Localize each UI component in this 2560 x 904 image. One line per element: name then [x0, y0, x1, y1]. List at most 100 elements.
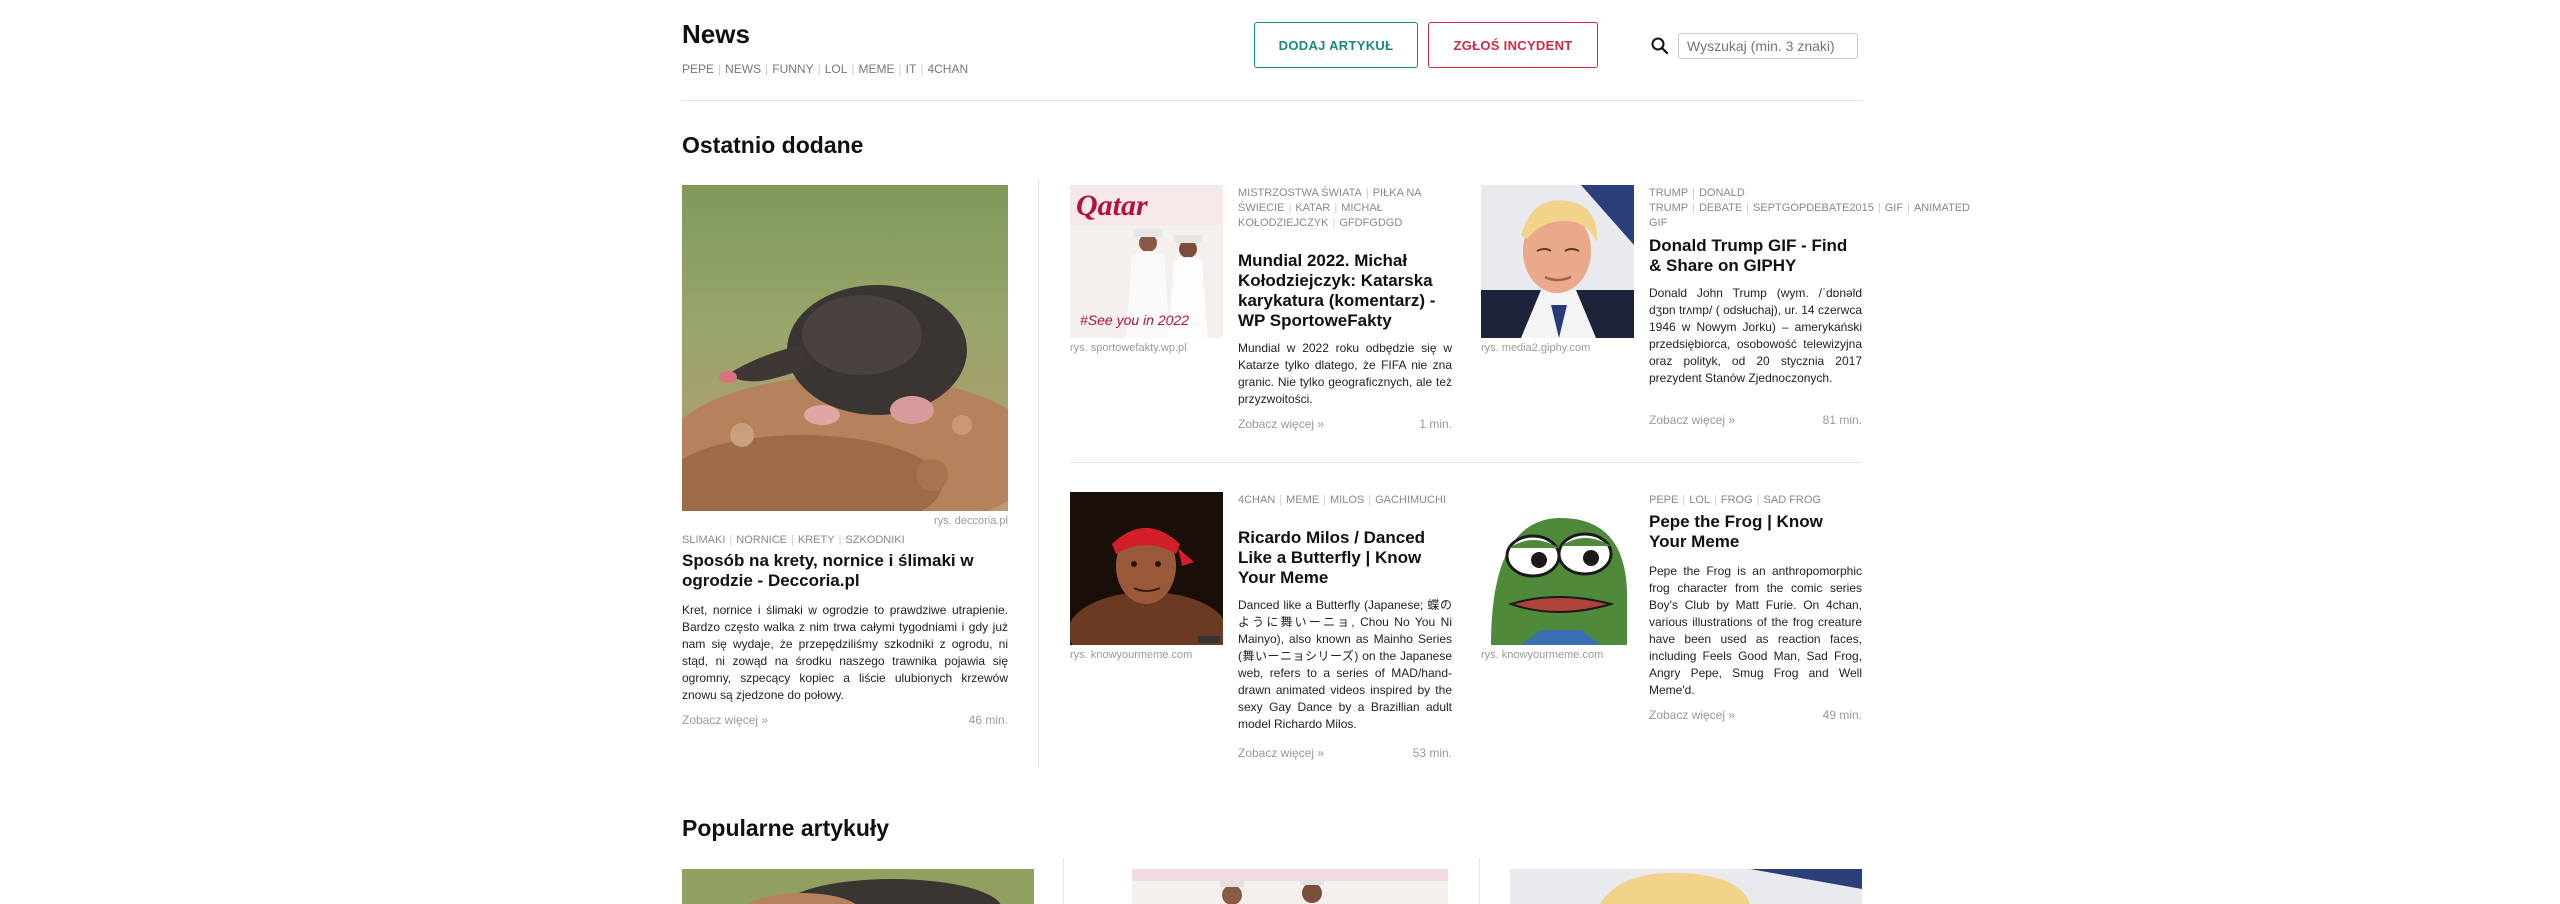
- separator: |: [791, 534, 794, 546]
- separator: |: [729, 534, 733, 546]
- featured-article-title[interactable]: Sposób na krety, nornice i ślimaki w ogr…: [682, 551, 1008, 591]
- article-time-trump: 81 min.: [1822, 413, 1862, 427]
- category-link[interactable]: 4CHAN: [927, 62, 968, 76]
- tag-link[interactable]: SAD FROG: [1764, 494, 1821, 506]
- article-time-pepe: 49 min.: [1822, 708, 1862, 722]
- popular-column-divider-1: [1063, 858, 1064, 904]
- article-title-ricardo[interactable]: Ricardo Milos / Danced Like a Butterfly …: [1238, 528, 1452, 588]
- article-image-pepe[interactable]: [1481, 492, 1634, 645]
- separator: |: [1682, 494, 1686, 506]
- featured-time: 46 min.: [968, 713, 1008, 727]
- separator: |: [838, 534, 842, 546]
- tag-link[interactable]: FROG: [1721, 494, 1753, 506]
- article-image-qatar[interactable]: Qatar #See you in 2022: [1070, 185, 1223, 338]
- separator: |: [898, 62, 902, 76]
- tag-link[interactable]: PEPE: [1649, 494, 1678, 506]
- category-link[interactable]: NEWS: [725, 62, 761, 76]
- article-tags-qatar: MISTRZOSTWA ŚWIATA | PIŁKA NA ŚWIECIE | KATA…: [1238, 186, 1452, 231]
- popular-column-divider-2: [1479, 858, 1480, 904]
- article-description-trump: Donald John Trump (wym. /ˈdɒnəld dʒɒn tr…: [1649, 286, 1862, 385]
- article-read-more-pepe[interactable]: Zobacz więcej »: [1649, 708, 1735, 722]
- add-article-button[interactable]: DODAJ ARTYKUŁ: [1254, 22, 1418, 68]
- separator: |: [1877, 202, 1881, 214]
- popular-image-qatar[interactable]: [1132, 869, 1448, 904]
- separator: |: [1756, 494, 1760, 506]
- tag-link[interactable]: SEPTGOPDEBATE2015: [1753, 202, 1874, 214]
- tag-link[interactable]: SZKODNIKI: [845, 534, 904, 546]
- row-divider: [1070, 462, 1862, 463]
- section-title-recent: Ostatnio dodane: [682, 132, 864, 158]
- featured-image-source: rys. deccoria.pl: [934, 515, 1008, 527]
- category-link[interactable]: LOL: [825, 62, 848, 76]
- header-divider: [682, 100, 1862, 101]
- article-read-more-ricardo[interactable]: Zobacz więcej »: [1238, 746, 1324, 760]
- featured-read-more-link[interactable]: Zobacz więcej »: [682, 713, 768, 727]
- separator: |: [1714, 494, 1717, 506]
- tag-link[interactable]: GIF: [1885, 202, 1903, 214]
- tag-link[interactable]: 4CHAN: [1238, 494, 1275, 506]
- separator: |: [817, 62, 821, 76]
- article-description-qatar: Mundial w 2022 roku odbędzie się w Katar…: [1238, 341, 1452, 406]
- tag-link[interactable]: GACHIMUCHI: [1375, 494, 1446, 506]
- category-link[interactable]: IT: [906, 62, 917, 76]
- category-nav: PEPE | NEWS | FUNNY | LOL | MEME | IT | 4CHAN: [682, 62, 968, 76]
- separator: |: [718, 62, 722, 76]
- article-description-ricardo: Danced like a Butterfly (Japanese; 蝶のように…: [1238, 598, 1452, 731]
- separator: |: [920, 62, 924, 76]
- tag-link[interactable]: LOL: [1689, 494, 1710, 506]
- article-tags-ricardo: 4CHAN | MEME | MILOS | GACHIMUCHI: [1238, 493, 1452, 508]
- separator: |: [1692, 202, 1695, 214]
- search-icon[interactable]: [1650, 36, 1670, 56]
- article-source-pepe: rys. knowyourmeme.com: [1481, 649, 1604, 661]
- site-logo[interactable]: News: [682, 19, 750, 50]
- tag-link[interactable]: KRETY: [798, 534, 835, 546]
- article-read-more-qatar[interactable]: Zobacz więcej »: [1238, 417, 1324, 431]
- article-title-trump[interactable]: Donald Trump GIF - Find & Share on GIPHY: [1649, 236, 1862, 276]
- featured-article-description: Kret, nornice i ślimaki w ogrodzie to pr…: [682, 603, 1008, 702]
- separator: |: [1907, 202, 1910, 214]
- tag-link[interactable]: DEBATE: [1699, 202, 1742, 214]
- featured-article-image[interactable]: [682, 185, 1008, 511]
- category-link[interactable]: PEPE: [682, 62, 714, 76]
- article-time-ricardo: 53 min.: [1412, 746, 1452, 760]
- tag-link[interactable]: SLIMAKI: [682, 534, 725, 546]
- article-image-trump[interactable]: [1481, 185, 1634, 338]
- article-tags-pepe: PEPE | LOL | FROG | SAD FROG: [1649, 493, 1862, 508]
- article-image-ricardo[interactable]: [1070, 492, 1223, 645]
- column-divider: [1038, 180, 1039, 768]
- separator: |: [1279, 494, 1283, 506]
- popular-image-trump[interactable]: [1510, 869, 1862, 904]
- separator: |: [1746, 202, 1750, 214]
- article-source-trump: rys. media2.giphy.com: [1481, 342, 1591, 354]
- tag-link[interactable]: NORNICE: [736, 534, 787, 546]
- category-link[interactable]: FUNNY: [772, 62, 813, 76]
- separator: |: [765, 62, 769, 76]
- separator: |: [1334, 202, 1338, 214]
- article-tags-trump: TRUMP | DONALD TRUMP | DEBATE | SEPTGOPDEBATE2…: [1649, 186, 1970, 231]
- tag-link[interactable]: TRUMP: [1649, 187, 1688, 199]
- report-incident-button[interactable]: ZGŁOŚ INCYDENT: [1428, 22, 1598, 68]
- svg-text:Qatar: Qatar: [1076, 189, 1148, 222]
- tag-link[interactable]: MISTRZOSTWA ŚWIATA: [1238, 187, 1362, 199]
- article-description-pepe: Pepe the Frog is an anthropomorphic frog…: [1649, 564, 1862, 697]
- article-source-qatar: rys. sportowefakty.wp.pl: [1070, 342, 1187, 354]
- tag-link[interactable]: GFDFGDGD: [1339, 217, 1402, 229]
- category-link[interactable]: MEME: [859, 62, 895, 76]
- search-input[interactable]: [1678, 33, 1858, 59]
- separator: |: [1323, 494, 1327, 506]
- article-source-ricardo: rys. knowyourmeme.com: [1070, 649, 1193, 661]
- tag-link[interactable]: KATAR: [1295, 202, 1330, 214]
- separator: |: [1368, 494, 1372, 506]
- section-title-popular: Popularne artykuły: [682, 815, 890, 841]
- tag-link[interactable]: MILOS: [1330, 494, 1364, 506]
- popular-image-mole[interactable]: [682, 869, 1034, 904]
- article-read-more-trump[interactable]: Zobacz więcej »: [1649, 413, 1735, 427]
- separator: |: [851, 62, 855, 76]
- tag-link[interactable]: MEME: [1286, 494, 1319, 506]
- featured-tags: SLIMAKI | NORNICE | KRETY | SZKODNIKI: [682, 533, 1008, 548]
- article-time-qatar: 1 min.: [1419, 417, 1452, 431]
- separator: |: [1288, 202, 1292, 214]
- article-title-qatar[interactable]: Mundial 2022. Michał Kołodziejczyk: Kata…: [1238, 251, 1452, 331]
- article-title-pepe[interactable]: Pepe the Frog | Know Your Meme: [1649, 512, 1862, 552]
- separator: |: [1365, 187, 1369, 199]
